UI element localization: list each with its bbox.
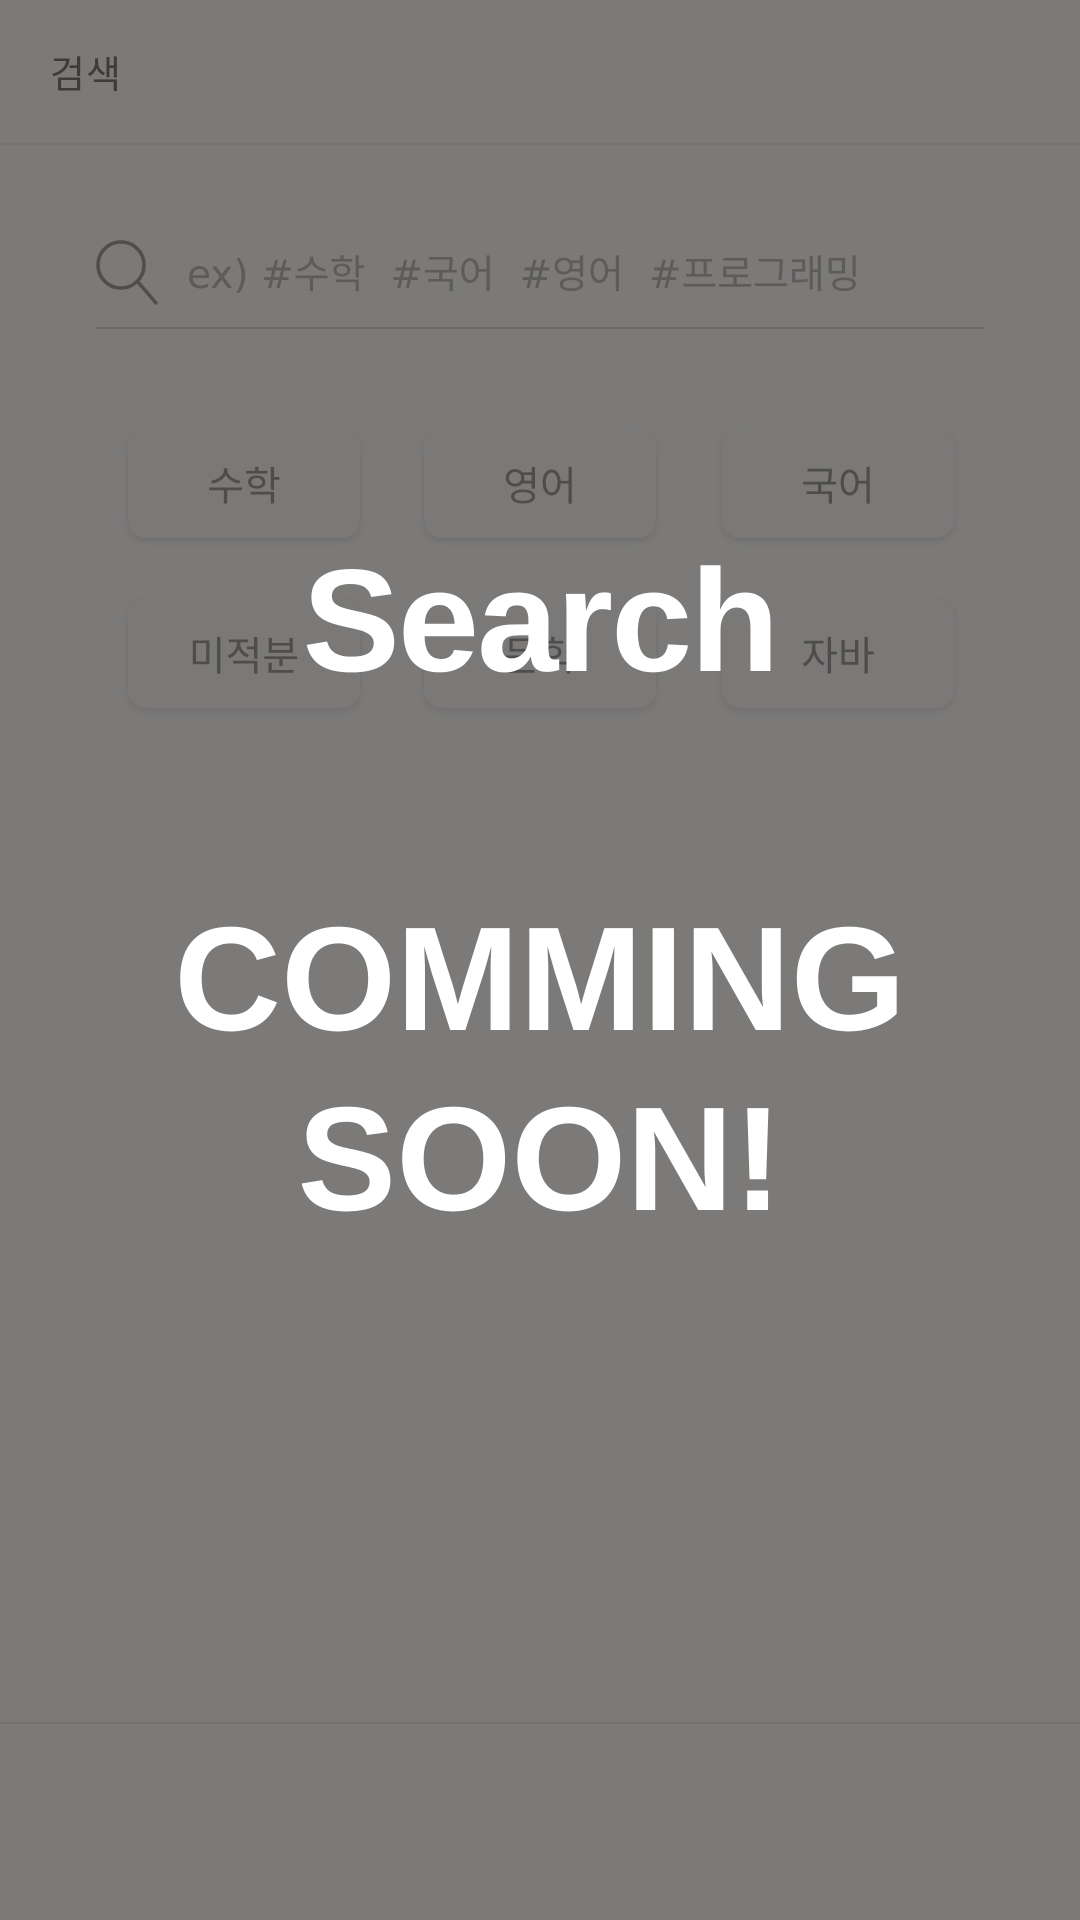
tag-label: 수학 [207, 464, 281, 510]
tag-label: 국어 [801, 464, 875, 510]
tag-button[interactable]: 수학 [128, 428, 360, 538]
overlay-message-line2: SOON! [297, 1077, 783, 1242]
tag-label: 문학 [503, 634, 577, 680]
overlay-message-line1: COMMING [174, 897, 906, 1062]
search-bar[interactable] [96, 225, 985, 329]
tag-label: 미적분 [188, 634, 300, 680]
tag-button[interactable]: 자바 [722, 598, 954, 708]
tag-button[interactable]: 미적분 [128, 598, 360, 708]
page-title: 검색 [50, 53, 122, 97]
search-icon[interactable] [93, 237, 159, 307]
tag-button[interactable]: 영어 [424, 428, 656, 538]
app-header: 검색 [0, 0, 1080, 145]
tag-button[interactable]: 국어 [722, 428, 954, 538]
tag-button[interactable]: 문학 [424, 598, 656, 708]
tag-label: 영어 [503, 464, 577, 510]
search-input[interactable] [187, 247, 967, 303]
search-screen: 검색 수학 영어 국어 미적분 문학 자바 Search [0, 0, 1080, 1920]
tag-label: 자바 [801, 634, 875, 680]
bottom-divider [0, 1722, 1080, 1724]
